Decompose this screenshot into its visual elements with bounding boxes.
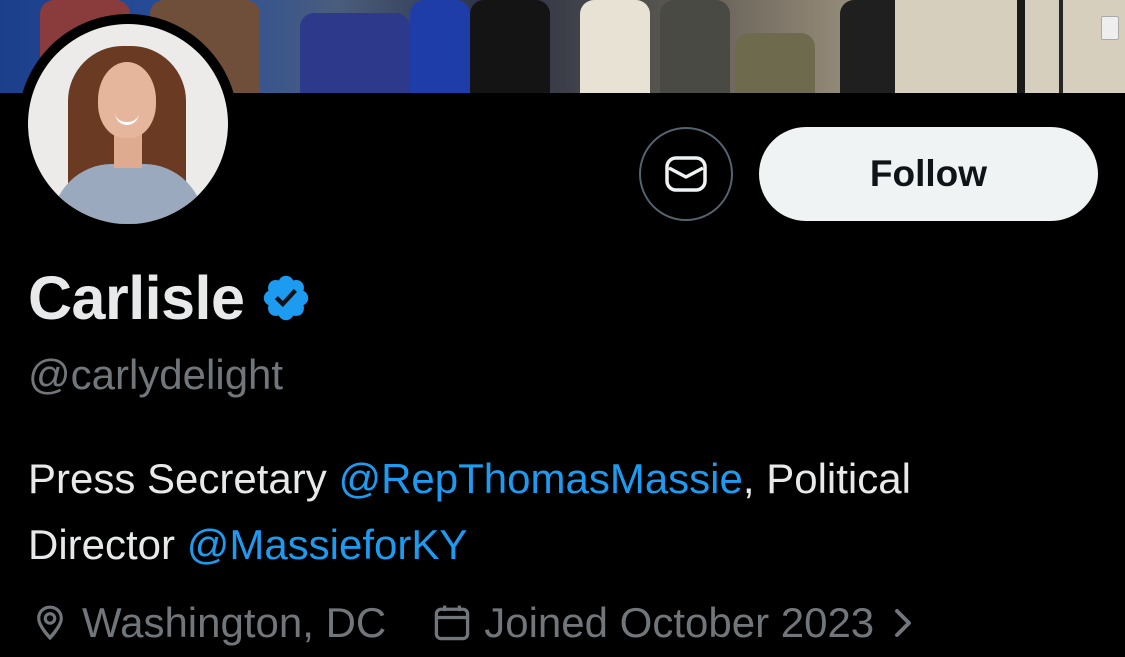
mention-link-massieforky[interactable]: @MassieforKY [187,521,468,568]
location-item: Washington, DC [28,599,386,647]
display-name: Carlisle [28,264,245,332]
follow-button[interactable]: Follow [759,127,1098,221]
bio-text: Press Secretary [28,455,339,502]
envelope-icon [665,156,707,192]
profile-avatar[interactable] [18,14,238,234]
calendar-icon [435,605,470,641]
location-text: Washington, DC [82,599,387,646]
profile-handle: @carlydelight [28,351,284,398]
location-pin-icon [37,605,63,641]
avatar-photo [28,24,228,224]
bio-text: , Political [742,455,911,502]
profile-meta: Washington, DC Joined October 2023 [28,594,918,652]
profile-bio: Press Secretary @RepThomasMassie, Politi… [28,446,1088,578]
joined-item[interactable]: Joined October 2023 [430,599,918,647]
bio-line-1: Press Secretary @RepThomasMassie, Politi… [28,446,1088,512]
joined-text: Joined October 2023 [484,599,875,646]
bio-text: Director [28,521,187,568]
bio-line-2: Director @MassieforKY [28,512,1088,578]
verified-badge-icon[interactable] [260,272,312,324]
name-row: Carlisle [28,262,312,334]
chevron-right-icon [895,609,912,637]
message-button[interactable] [639,127,733,221]
mention-link-repthomasmassie[interactable]: @RepThomasMassie [338,455,742,502]
